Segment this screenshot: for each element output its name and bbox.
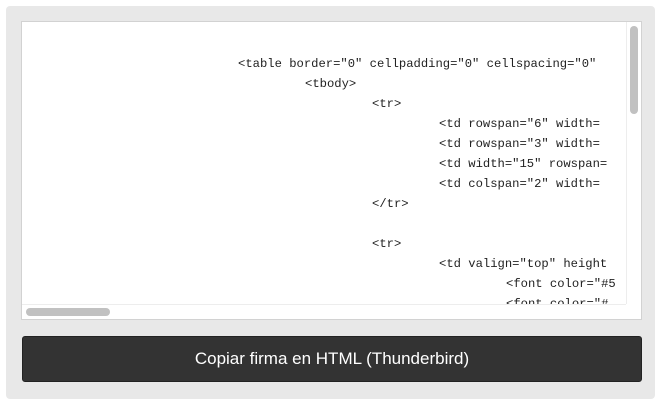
code-line: <tr> [372, 237, 402, 251]
code-line: </tr> [372, 197, 409, 211]
code-line: <td colspan="2" width= [439, 177, 600, 191]
code-line: <table border="0" cellpadding="0" cellsp… [238, 57, 597, 71]
code-line: <font color="#5 [506, 277, 616, 291]
code-line: <td rowspan="3" width= [439, 137, 600, 151]
code-line: <td width="15" rowspan= [439, 157, 608, 171]
html-code-textarea[interactable]: <table border="0" cellpadding="0" cellsp… [21, 21, 642, 320]
code-line: <tr> [372, 97, 402, 111]
vertical-scrollbar[interactable] [626, 22, 641, 305]
code-viewport: <table border="0" cellpadding="0" cellsp… [22, 22, 628, 305]
horizontal-scrollbar-thumb[interactable] [26, 308, 110, 316]
horizontal-scrollbar[interactable] [22, 304, 628, 319]
copy-html-signature-button[interactable]: Copiar firma en HTML (Thunderbird) [22, 336, 642, 382]
code-line: <td rowspan="6" width= [439, 117, 600, 131]
code-line: <td valign="top" height [439, 257, 608, 271]
scrollbar-corner [626, 304, 641, 319]
vertical-scrollbar-thumb[interactable] [630, 26, 638, 114]
code-line: <tbody> [305, 77, 357, 91]
signature-panel: <table border="0" cellpadding="0" cellsp… [6, 6, 655, 399]
